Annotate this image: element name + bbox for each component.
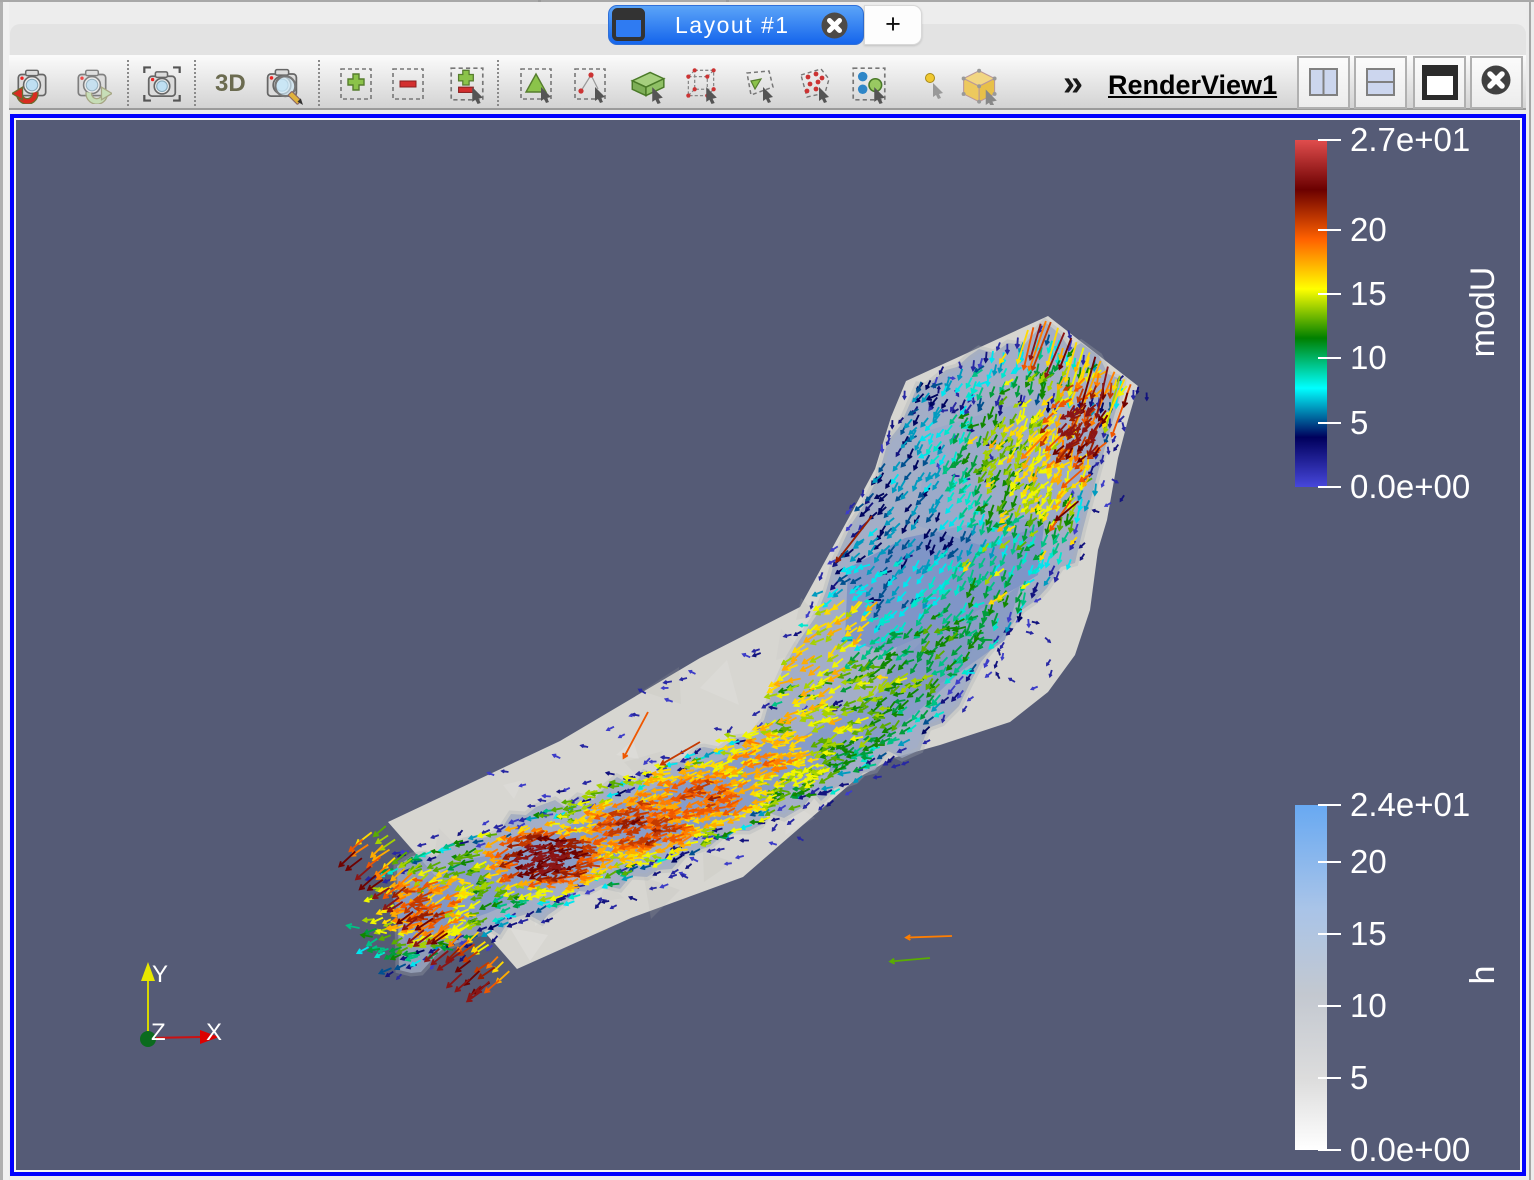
svg-text:Z: Z (151, 1019, 166, 1046)
svg-text:2.7e+01: 2.7e+01 (1350, 121, 1470, 158)
svg-text:15: 15 (1350, 915, 1387, 952)
svg-text:10: 10 (1350, 987, 1387, 1024)
svg-text:X: X (206, 1019, 222, 1046)
svg-text:0.0e+00: 0.0e+00 (1350, 468, 1470, 505)
svg-text:5: 5 (1350, 1059, 1368, 1096)
svg-text:0.0e+00: 0.0e+00 (1350, 1131, 1470, 1168)
svg-text:modU: modU (1464, 267, 1502, 358)
svg-text:10: 10 (1350, 339, 1387, 376)
svg-text:15: 15 (1350, 275, 1387, 312)
svg-text:Y: Y (152, 961, 168, 988)
svg-text:2.4e+01: 2.4e+01 (1350, 786, 1470, 823)
svg-text:20: 20 (1350, 843, 1387, 880)
svg-text:h: h (1464, 966, 1502, 985)
svg-text:5: 5 (1350, 404, 1368, 441)
svg-text:20: 20 (1350, 211, 1387, 248)
